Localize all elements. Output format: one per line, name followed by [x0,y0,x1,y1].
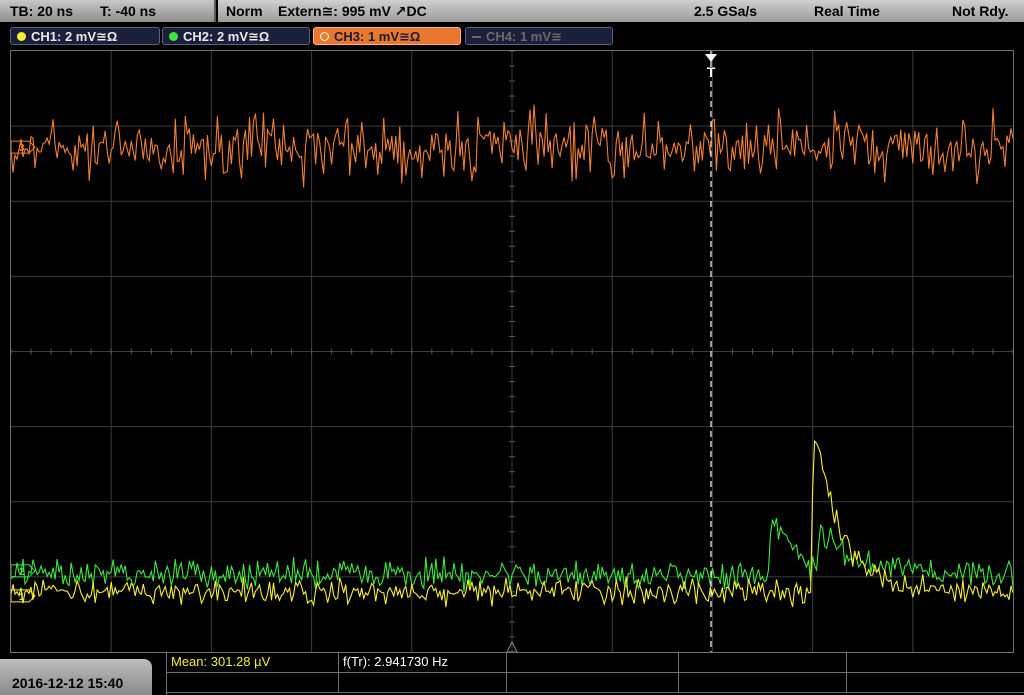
measurement-empty [847,673,1024,693]
measurement-empty [339,673,507,693]
measurement-empty [507,673,679,693]
trigger-marker-label: T [707,64,716,80]
measurement-table[interactable]: Mean: 301.28 µV f(Tr): 2.941730 Hz [166,653,1024,695]
scope-grid-svg: T 3 2 1 [11,51,1013,652]
tab-ch3-label: CH3: 1 mV≅Ω [334,29,421,44]
trigger-arrow-icon [705,54,717,62]
ch1-indicator-icon [17,32,26,41]
trigger-source: Extern≅: 995 mV ↗DC [278,3,427,19]
ch2-ground-marker-label: 2 [19,567,25,578]
ch4-indicator-icon [472,36,481,38]
waveform-display[interactable]: T 3 2 1 [10,50,1014,653]
ch2-indicator-icon [169,32,178,41]
datetime-panel: 2016-12-12 15:40 [0,659,152,695]
bottom-bar: 2016-12-12 15:40 Mean: 301.28 µV f(Tr): … [0,653,1024,695]
tab-ch3[interactable]: CH3: 1 mV≅Ω [313,27,461,45]
measurement-empty [507,653,679,673]
measurement-empty [679,653,847,673]
channel-bar: CH1: 2 mV≅Ω CH2: 2 mV≅Ω CH3: 1 mV≅Ω CH4:… [0,24,1024,50]
acquisition-panel[interactable]: Norm Extern≅: 995 mV ↗DC 2.5 GSa/s Real … [218,0,1024,22]
tab-ch4[interactable]: CH4: 1 mV≅ [465,27,613,45]
top-status-bar: TB: 20 ns T: -40 ns Norm Extern≅: 995 mV… [0,0,1024,24]
measurement-empty [847,653,1024,673]
tab-ch1[interactable]: CH1: 2 mV≅Ω [10,27,160,45]
measurement-empty [679,673,847,693]
trigger-offset-value: T: -40 ns [100,3,157,19]
ch1-ground-marker-label: 1 [19,592,25,603]
tab-ch2-label: CH2: 2 mV≅Ω [183,29,270,44]
timebase-value: TB: 20 ns [10,3,74,19]
measurement-empty [167,673,339,693]
measurement-mean: Mean: 301.28 µV [167,653,339,673]
acq-mode: Real Time [814,3,880,19]
status-text: Not Rdy. [952,3,1009,19]
timebase-panel[interactable]: TB: 20 ns T: -40 ns [0,0,216,22]
datetime-text: 2016-12-12 15:40 [12,675,124,691]
ch3-indicator-icon [320,32,329,41]
ch3-ground-marker-label: 3 [19,143,25,154]
trigger-mode: Norm [226,3,263,19]
tab-ch1-label: CH1: 2 mV≅Ω [31,29,118,44]
measurement-frequency: f(Tr): 2.941730 Hz [339,653,507,673]
tab-ch4-label: CH4: 1 mV≅ [486,29,562,44]
sample-rate: 2.5 GSa/s [694,3,758,19]
tab-ch2[interactable]: CH2: 2 mV≅Ω [162,27,310,45]
